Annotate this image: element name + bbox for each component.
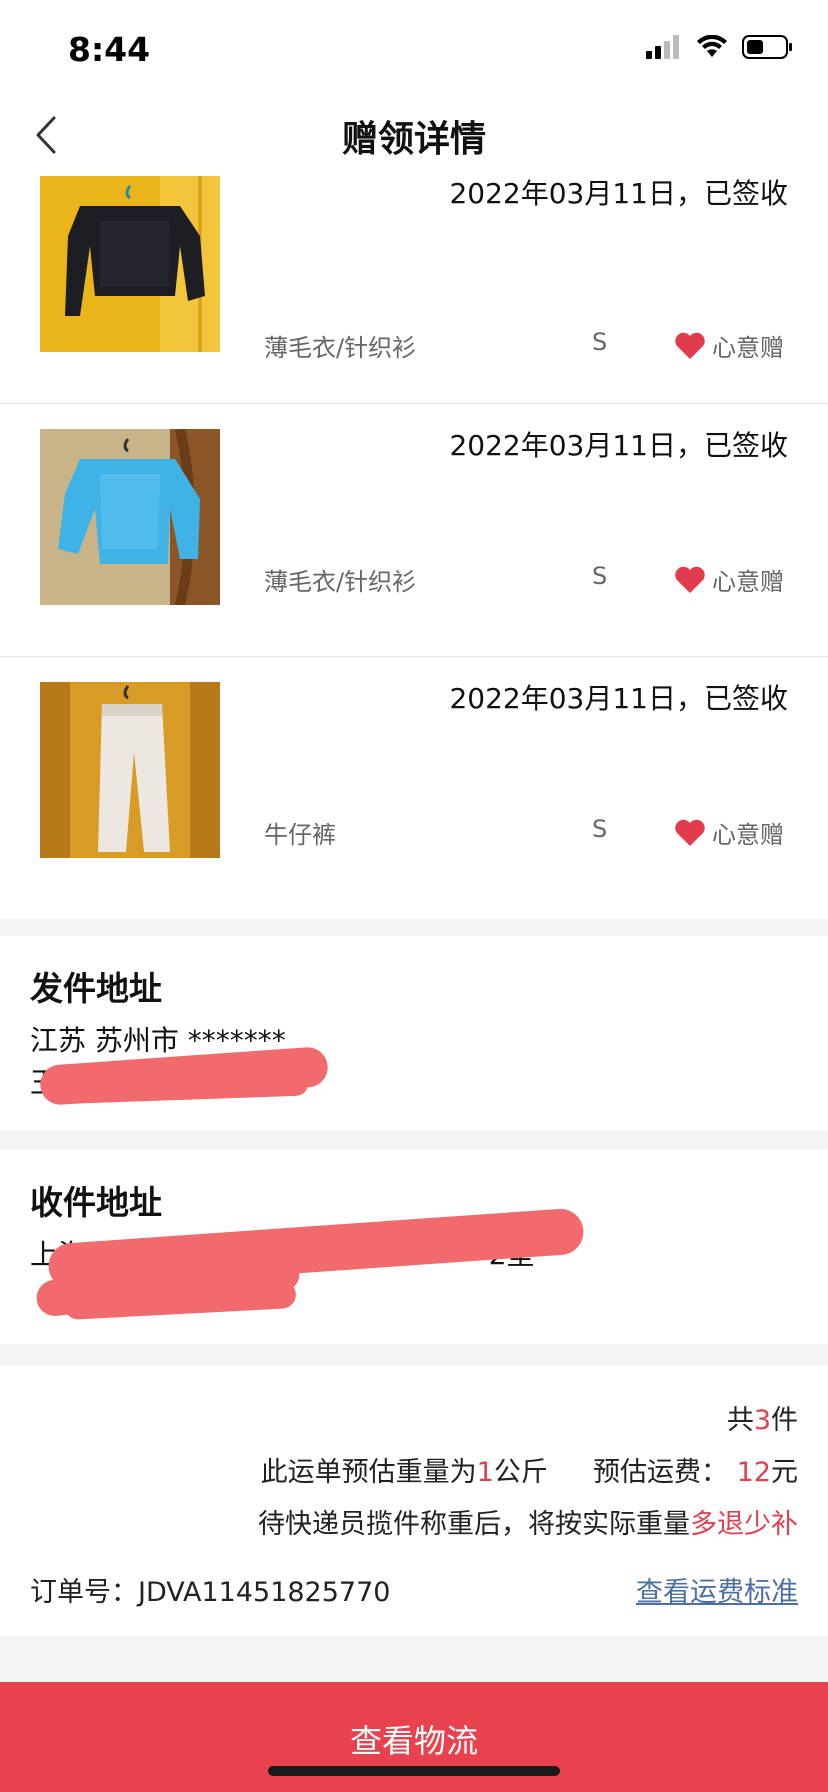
battery-icon xyxy=(742,35,792,59)
order-number-label: 订单号： xyxy=(30,1577,138,1608)
item-list: 2022年03月11日，已签收 薄毛衣/针织衫 S 心意赠 2022年03月11… xyxy=(0,172,828,919)
weight-value: 1 xyxy=(476,1457,494,1488)
item-size: S xyxy=(592,328,608,356)
item-tag: 心意赠 xyxy=(674,815,784,850)
nav-bar: 赠领详情 xyxy=(0,100,828,172)
list-item[interactable]: 2022年03月11日，已签收 薄毛衣/针织衫 S 心意赠 xyxy=(0,404,828,657)
signal-icon xyxy=(646,35,679,59)
item-date: 2022年03月11日，已签收 xyxy=(449,177,788,210)
fee-note-highlight: 多退少补 xyxy=(690,1509,798,1540)
item-tag-label: 心意赠 xyxy=(712,568,784,596)
fee-note: 待快递员揽件称重后，将按实际重量多退少补 xyxy=(258,1502,798,1541)
item-count: 共3件 xyxy=(727,1398,798,1437)
status-icons xyxy=(646,34,794,60)
receiver-address-title: 收件地址 xyxy=(30,1183,162,1222)
weight-fee-line: 此运单预估重量为1公斤 预估运费： 12元 xyxy=(261,1450,798,1489)
item-image-white-jeans xyxy=(40,682,220,858)
item-category: 薄毛衣/针织衫 xyxy=(264,568,417,596)
receiver-address-card: 收件地址 上海 浦东新 2室 xyxy=(0,1150,828,1344)
heart-icon xyxy=(675,332,705,359)
item-category: 牛仔裤 xyxy=(264,821,336,849)
item-tag: 心意赠 xyxy=(674,328,784,363)
order-number: JDVA11451825770 xyxy=(138,1577,391,1608)
sender-address-card: 发件地址 江苏 苏州市 ******* 王 xyxy=(0,936,828,1130)
list-item[interactable]: 2022年03月11日，已签收 薄毛衣/针织衫 S 心意赠 xyxy=(0,172,828,404)
item-size: S xyxy=(592,562,608,590)
order-row: 订单号：JDVA11451825770 查看运费标准 xyxy=(30,1570,798,1609)
status-time: 8:44 xyxy=(68,30,151,69)
home-indicator xyxy=(268,1766,560,1776)
heart-icon xyxy=(675,566,705,593)
fee-label: 预估运费： xyxy=(593,1457,729,1488)
item-category: 薄毛衣/针织衫 xyxy=(264,334,417,362)
fee-note-text: 待快递员揽件称重后，将按实际重量 xyxy=(258,1509,690,1540)
list-item[interactable]: 2022年03月11日，已签收 牛仔裤 S 心意赠 xyxy=(0,657,828,919)
item-date: 2022年03月11日，已签收 xyxy=(449,429,788,462)
weight-prefix: 此运单预估重量为 xyxy=(260,1457,477,1488)
status-bar: 8:44 xyxy=(0,0,828,100)
heart-icon xyxy=(675,819,705,846)
sender-address-title: 发件地址 xyxy=(30,969,162,1008)
item-count-value: 3 xyxy=(753,1405,771,1436)
item-tag: 心意赠 xyxy=(674,562,784,597)
item-size: S xyxy=(592,815,608,843)
fee-unit: 元 xyxy=(771,1457,798,1488)
fee-standard-link[interactable]: 查看运费标准 xyxy=(636,1570,798,1609)
fee-value: 12 xyxy=(736,1457,771,1488)
order-summary: 共3件 此运单预估重量为1公斤 预估运费： 12元 待快递员揽件称重后，将按实际… xyxy=(0,1366,828,1636)
sender-address-line: 江苏 苏州市 ******* xyxy=(30,1024,286,1057)
weight-unit: 公斤 xyxy=(493,1457,548,1488)
item-tag-label: 心意赠 xyxy=(712,334,784,362)
item-count-prefix: 共 xyxy=(726,1405,754,1436)
item-image-blue-sweater xyxy=(40,429,220,605)
item-tag-label: 心意赠 xyxy=(712,821,784,849)
item-count-suffix: 件 xyxy=(771,1405,798,1436)
item-date: 2022年03月11日，已签收 xyxy=(449,682,788,715)
item-image-black-sweater xyxy=(40,176,220,352)
page-title: 赠领详情 xyxy=(341,119,486,160)
wifi-icon xyxy=(697,35,727,57)
